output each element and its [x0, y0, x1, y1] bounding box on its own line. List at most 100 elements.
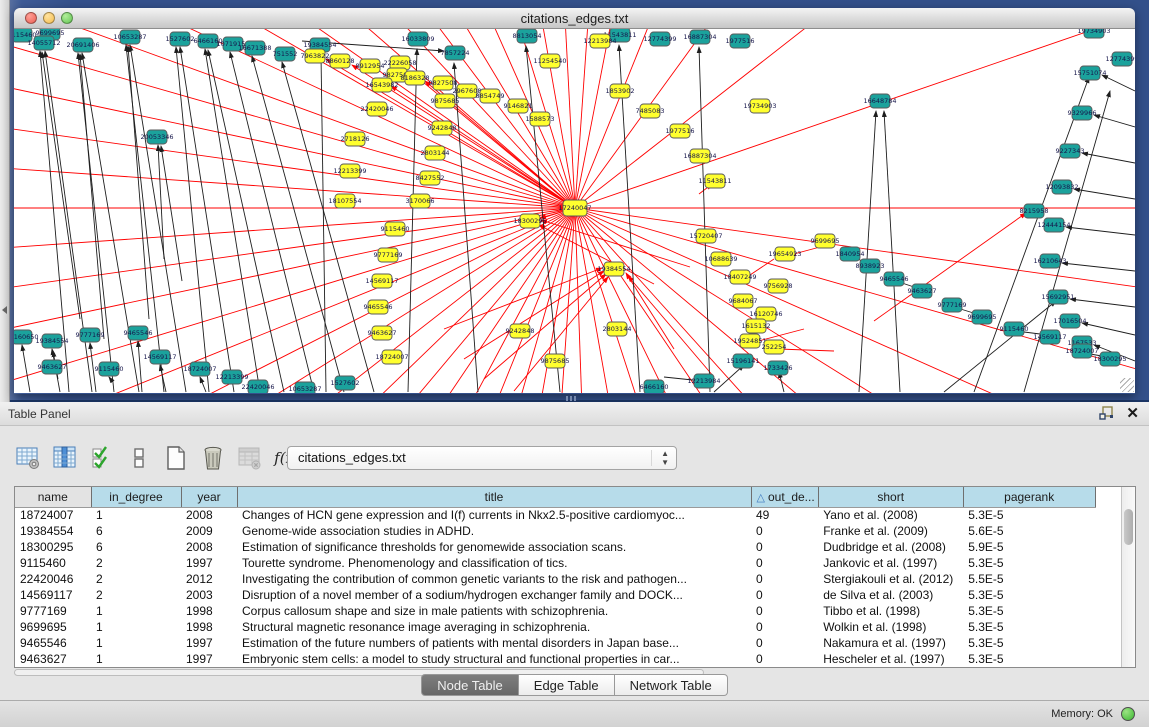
cell-in_degree[interactable]: 6: [91, 539, 181, 555]
table-selector[interactable]: citations_edges.txt ▲▼: [287, 446, 677, 470]
cell-out_degree[interactable]: 0: [751, 651, 818, 667]
cell-pagerank[interactable]: 5.3E-5: [963, 555, 1095, 571]
splitter-handle[interactable]: [566, 396, 576, 401]
cell-out_degree[interactable]: 0: [751, 603, 818, 619]
cell-in_degree[interactable]: 1: [91, 603, 181, 619]
cell-pagerank[interactable]: 5.3E-5: [963, 635, 1095, 651]
scrollbar-thumb[interactable]: [1124, 509, 1133, 545]
cell-in_degree[interactable]: 2: [91, 571, 181, 587]
cell-short[interactable]: Wolkin et al. (1998): [818, 619, 963, 635]
cell-short[interactable]: Yano et al. (2008): [818, 507, 963, 523]
tab-edge-table[interactable]: Edge Table: [519, 674, 615, 696]
cell-year[interactable]: 1997: [181, 635, 237, 651]
cell-out_degree[interactable]: 0: [751, 555, 818, 571]
delete-entries-trash-icon[interactable]: [199, 444, 227, 472]
cell-title[interactable]: Genome-wide association studies in ADHD.: [237, 523, 751, 539]
cell-short[interactable]: Franke et al. (2009): [818, 523, 963, 539]
table-row[interactable]: 1830029562008Estimation of significance …: [15, 539, 1095, 555]
column-header-name[interactable]: name: [15, 487, 91, 507]
cell-year[interactable]: 1998: [181, 619, 237, 635]
table-settings-icon[interactable]: [14, 444, 42, 472]
cell-pagerank[interactable]: 5.3E-5: [963, 603, 1095, 619]
cell-out_degree[interactable]: 0: [751, 587, 818, 603]
cell-out_degree[interactable]: 49: [751, 507, 818, 523]
cell-title[interactable]: Investigating the contribution of common…: [237, 571, 751, 587]
cell-title[interactable]: Changes of HCN gene expression and I(f) …: [237, 507, 751, 523]
cell-in_degree[interactable]: 2: [91, 587, 181, 603]
cell-title[interactable]: Embryonic stem cells: a model to study s…: [237, 651, 751, 667]
cell-out_degree[interactable]: 0: [751, 619, 818, 635]
network-canvas[interactable]: 9115460969969514055712206914061065328715…: [14, 29, 1135, 393]
cell-out_degree[interactable]: 0: [751, 539, 818, 555]
cell-short[interactable]: Hescheler et al. (1997): [818, 651, 963, 667]
cell-in_degree[interactable]: 1: [91, 507, 181, 523]
cell-in_degree[interactable]: 6: [91, 523, 181, 539]
cell-year[interactable]: 2008: [181, 507, 237, 523]
show-column-icon[interactable]: [51, 444, 79, 472]
table-row[interactable]: 1938455462009Genome-wide association stu…: [15, 523, 1095, 539]
cell-title[interactable]: Estimation of the future numbers of pati…: [237, 635, 751, 651]
cell-name[interactable]: 18724007: [15, 507, 91, 523]
cell-pagerank[interactable]: 5.3E-5: [963, 651, 1095, 667]
cell-short[interactable]: de Silva et al. (2003): [818, 587, 963, 603]
column-header-title[interactable]: title: [237, 487, 751, 507]
cell-year[interactable]: 2012: [181, 571, 237, 587]
cell-name[interactable]: 9463627: [15, 651, 91, 667]
table-vertical-scrollbar[interactable]: [1121, 487, 1135, 667]
table-row[interactable]: 946362711997Embryonic stem cells: a mode…: [15, 651, 1095, 667]
column-header-year[interactable]: year: [181, 487, 237, 507]
cell-year[interactable]: 1998: [181, 603, 237, 619]
cell-out_degree[interactable]: 0: [751, 571, 818, 587]
cell-title[interactable]: Tourette syndrome. Phenomenology and cla…: [237, 555, 751, 571]
column-header-pagerank[interactable]: pagerank: [963, 487, 1095, 507]
table-row[interactable]: 946554611997Estimation of the future num…: [15, 635, 1095, 651]
cell-short[interactable]: Nakamura et al. (1997): [818, 635, 963, 651]
cell-year[interactable]: 2003: [181, 587, 237, 603]
tab-node-table[interactable]: Node Table: [421, 674, 519, 696]
cell-pagerank[interactable]: 5.9E-5: [963, 539, 1095, 555]
cell-title[interactable]: Corpus callosum shape and size in male p…: [237, 603, 751, 619]
column-header-out_degree[interactable]: △out_de...: [751, 487, 818, 507]
cell-short[interactable]: Tibbo et al. (1998): [818, 603, 963, 619]
cell-out_degree[interactable]: 0: [751, 635, 818, 651]
float-panel-icon[interactable]: [1099, 406, 1115, 421]
collapse-arrow-icon[interactable]: [2, 306, 7, 314]
cell-in_degree[interactable]: 1: [91, 651, 181, 667]
panel-collapse-strip[interactable]: [0, 0, 10, 402]
cell-pagerank[interactable]: 5.6E-5: [963, 523, 1095, 539]
table-row[interactable]: 969969511998Structural magnetic resonanc…: [15, 619, 1095, 635]
citation-network-graph[interactable]: 9115460969969514055712206914061065328715…: [14, 29, 1135, 393]
cell-year[interactable]: 1997: [181, 555, 237, 571]
cell-pagerank[interactable]: 5.3E-5: [963, 507, 1095, 523]
column-header-short[interactable]: short: [818, 487, 963, 507]
memory-status-icon[interactable]: [1121, 707, 1135, 721]
cell-name[interactable]: 9115460: [15, 555, 91, 571]
cell-name[interactable]: 9465546: [15, 635, 91, 651]
cell-pagerank[interactable]: 5.3E-5: [963, 619, 1095, 635]
resize-grip-icon[interactable]: [1120, 378, 1134, 392]
cell-name[interactable]: 18300295: [15, 539, 91, 555]
table-row[interactable]: 1456911722003Disruption of a novel membe…: [15, 587, 1095, 603]
cell-title[interactable]: Estimation of significance thresholds fo…: [237, 539, 751, 555]
cell-in_degree[interactable]: 1: [91, 619, 181, 635]
cell-year[interactable]: 2008: [181, 539, 237, 555]
cell-out_degree[interactable]: 0: [751, 523, 818, 539]
cell-in_degree[interactable]: 2: [91, 555, 181, 571]
new-table-icon[interactable]: [162, 444, 190, 472]
row-selector-icon[interactable]: [125, 444, 153, 472]
column-header-in_degree[interactable]: in_degree: [91, 487, 181, 507]
cell-name[interactable]: 9777169: [15, 603, 91, 619]
cell-in_degree[interactable]: 1: [91, 635, 181, 651]
select-all-check-icon[interactable]: [88, 444, 116, 472]
tab-network-table[interactable]: Network Table: [615, 674, 728, 696]
cell-name[interactable]: 14569117: [15, 587, 91, 603]
table-row[interactable]: 977716911998Corpus callosum shape and si…: [15, 603, 1095, 619]
cell-name[interactable]: 19384554: [15, 523, 91, 539]
table-row[interactable]: 1872400712008Changes of HCN gene express…: [15, 507, 1095, 523]
table-row[interactable]: 2242004622012Investigating the contribut…: [15, 571, 1095, 587]
cell-short[interactable]: Dudbridge et al. (2008): [818, 539, 963, 555]
cell-year[interactable]: 1997: [181, 651, 237, 667]
cell-name[interactable]: 22420046: [15, 571, 91, 587]
cell-short[interactable]: Jankovic et al. (1997): [818, 555, 963, 571]
table-row[interactable]: 911546021997Tourette syndrome. Phenomeno…: [15, 555, 1095, 571]
